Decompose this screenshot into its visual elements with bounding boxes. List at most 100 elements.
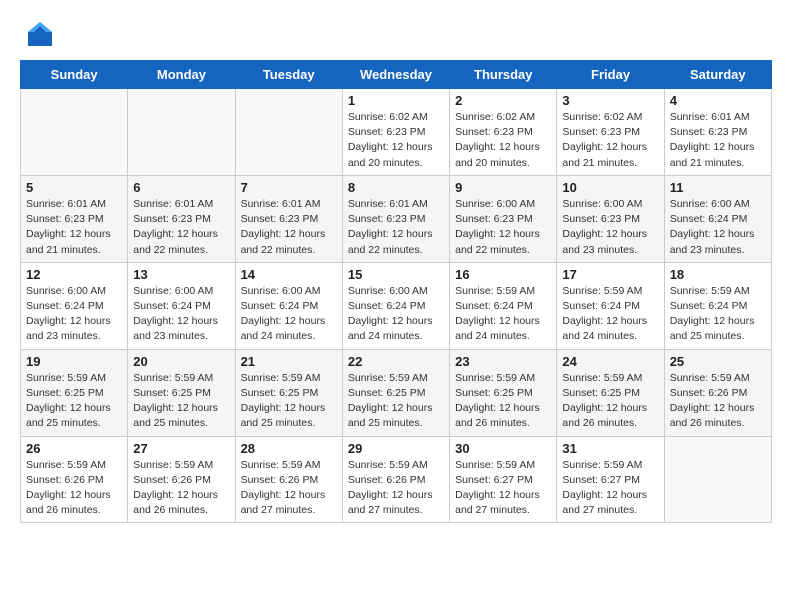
weekday-header-row: SundayMondayTuesdayWednesdayThursdayFrid… bbox=[21, 61, 772, 89]
calendar-day-cell: 21 Sunrise: 5:59 AM Sunset: 6:25 PM Dayli… bbox=[235, 349, 342, 436]
day-number: 1 bbox=[348, 93, 444, 108]
calendar-day-cell: 8Sunrise: 6:01 AM Sunset: 6:23 PM Daylig… bbox=[342, 175, 449, 262]
day-number: 12 bbox=[26, 267, 122, 282]
day-number: 3 bbox=[562, 93, 658, 108]
day-number: 29 bbox=[348, 441, 444, 456]
calendar-day-cell: 9 Sunrise: 6:00 AM Sunset: 6:23 PM Daylig… bbox=[450, 175, 557, 262]
calendar-day-cell bbox=[664, 436, 771, 523]
calendar-day-cell bbox=[235, 89, 342, 176]
day-info: Sunrise: 5:59 AM Sunset: 6:25 PM Dayligh… bbox=[241, 371, 337, 432]
day-number: 18 bbox=[670, 267, 766, 282]
day-number: 17 bbox=[562, 267, 658, 282]
calendar-week-row: 19 Sunrise: 5:59 AM Sunset: 6:25 PM Dayli… bbox=[21, 349, 772, 436]
day-number: 21 bbox=[241, 354, 337, 369]
day-info: Sunrise: 6:00 AM Sunset: 6:24 PM Dayligh… bbox=[133, 284, 229, 345]
day-info: Sunrise: 5:59 AM Sunset: 6:26 PM Dayligh… bbox=[670, 371, 766, 432]
calendar-week-row: 1 Sunrise: 6:02 AM Sunset: 6:23 PM Daylig… bbox=[21, 89, 772, 176]
calendar-day-cell: 29 Sunrise: 5:59 AM Sunset: 6:26 PM Dayli… bbox=[342, 436, 449, 523]
day-number: 4 bbox=[670, 93, 766, 108]
weekday-header-cell: Tuesday bbox=[235, 61, 342, 89]
calendar-day-cell: 26 Sunrise: 5:59 AM Sunset: 6:26 PM Dayli… bbox=[21, 436, 128, 523]
weekday-header-cell: Friday bbox=[557, 61, 664, 89]
calendar-day-cell bbox=[21, 89, 128, 176]
day-info: Sunrise: 6:02 AM Sunset: 6:23 PM Dayligh… bbox=[562, 110, 658, 171]
day-number: 14 bbox=[241, 267, 337, 282]
day-number: 25 bbox=[670, 354, 766, 369]
weekday-header-cell: Sunday bbox=[21, 61, 128, 89]
day-info: Sunrise: 5:59 AM Sunset: 6:25 PM Dayligh… bbox=[26, 371, 122, 432]
day-info: Sunrise: 6:01 AM Sunset: 6:23 PM Dayligh… bbox=[241, 197, 337, 258]
calendar-week-row: 5 Sunrise: 6:01 AM Sunset: 6:23 PM Daylig… bbox=[21, 175, 772, 262]
day-info: Sunrise: 6:01 AM Sunset: 6:23 PM Dayligh… bbox=[133, 197, 229, 258]
day-info: Sunrise: 5:59 AM Sunset: 6:26 PM Dayligh… bbox=[241, 458, 337, 519]
calendar-day-cell: 27 Sunrise: 5:59 AM Sunset: 6:26 PM Dayli… bbox=[128, 436, 235, 523]
day-info: Sunrise: 6:00 AM Sunset: 6:23 PM Dayligh… bbox=[562, 197, 658, 258]
day-number: 13 bbox=[133, 267, 229, 282]
calendar-body: 1 Sunrise: 6:02 AM Sunset: 6:23 PM Daylig… bbox=[21, 89, 772, 523]
day-number: 31 bbox=[562, 441, 658, 456]
calendar-day-cell: 28 Sunrise: 5:59 AM Sunset: 6:26 PM Dayli… bbox=[235, 436, 342, 523]
calendar-day-cell: 25 Sunrise: 5:59 AM Sunset: 6:26 PM Dayli… bbox=[664, 349, 771, 436]
calendar-day-cell: 13 Sunrise: 6:00 AM Sunset: 6:24 PM Dayli… bbox=[128, 262, 235, 349]
calendar-day-cell: 3 Sunrise: 6:02 AM Sunset: 6:23 PM Daylig… bbox=[557, 89, 664, 176]
calendar-day-cell: 24 Sunrise: 5:59 AM Sunset: 6:25 PM Dayli… bbox=[557, 349, 664, 436]
day-number: 19 bbox=[26, 354, 122, 369]
page-header bbox=[0, 0, 792, 60]
day-info: Sunrise: 6:02 AM Sunset: 6:23 PM Dayligh… bbox=[348, 110, 444, 171]
calendar-table: SundayMondayTuesdayWednesdayThursdayFrid… bbox=[20, 60, 772, 523]
logo bbox=[24, 18, 60, 50]
day-info: Sunrise: 6:01 AM Sunset: 6:23 PM Dayligh… bbox=[670, 110, 766, 171]
day-info: Sunrise: 6:00 AM Sunset: 6:24 PM Dayligh… bbox=[670, 197, 766, 258]
calendar-day-cell: 6 Sunrise: 6:01 AM Sunset: 6:23 PM Daylig… bbox=[128, 175, 235, 262]
day-number: 26 bbox=[26, 441, 122, 456]
calendar-day-cell: 23Sunrise: 5:59 AM Sunset: 6:25 PM Dayli… bbox=[450, 349, 557, 436]
day-info: Sunrise: 5:59 AM Sunset: 6:27 PM Dayligh… bbox=[455, 458, 551, 519]
calendar-day-cell: 11 Sunrise: 6:00 AM Sunset: 6:24 PM Dayli… bbox=[664, 175, 771, 262]
day-info: Sunrise: 6:00 AM Sunset: 6:24 PM Dayligh… bbox=[348, 284, 444, 345]
calendar-day-cell: 4 Sunrise: 6:01 AM Sunset: 6:23 PM Daylig… bbox=[664, 89, 771, 176]
day-number: 9 bbox=[455, 180, 551, 195]
day-number: 30 bbox=[455, 441, 551, 456]
calendar-week-row: 12 Sunrise: 6:00 AM Sunset: 6:24 PM Dayli… bbox=[21, 262, 772, 349]
calendar-day-cell: 31Sunrise: 5:59 AM Sunset: 6:27 PM Dayli… bbox=[557, 436, 664, 523]
calendar-day-cell bbox=[128, 89, 235, 176]
calendar-day-cell: 5 Sunrise: 6:01 AM Sunset: 6:23 PM Daylig… bbox=[21, 175, 128, 262]
calendar-day-cell: 17Sunrise: 5:59 AM Sunset: 6:24 PM Dayli… bbox=[557, 262, 664, 349]
day-info: Sunrise: 5:59 AM Sunset: 6:26 PM Dayligh… bbox=[133, 458, 229, 519]
day-info: Sunrise: 6:01 AM Sunset: 6:23 PM Dayligh… bbox=[26, 197, 122, 258]
calendar-day-cell: 7Sunrise: 6:01 AM Sunset: 6:23 PM Daylig… bbox=[235, 175, 342, 262]
day-info: Sunrise: 5:59 AM Sunset: 6:25 PM Dayligh… bbox=[562, 371, 658, 432]
day-info: Sunrise: 5:59 AM Sunset: 6:24 PM Dayligh… bbox=[670, 284, 766, 345]
day-number: 6 bbox=[133, 180, 229, 195]
calendar-day-cell: 1 Sunrise: 6:02 AM Sunset: 6:23 PM Daylig… bbox=[342, 89, 449, 176]
calendar-day-cell: 20 Sunrise: 5:59 AM Sunset: 6:25 PM Dayli… bbox=[128, 349, 235, 436]
day-number: 22 bbox=[348, 354, 444, 369]
day-info: Sunrise: 5:59 AM Sunset: 6:25 PM Dayligh… bbox=[133, 371, 229, 432]
day-number: 27 bbox=[133, 441, 229, 456]
day-info: Sunrise: 6:01 AM Sunset: 6:23 PM Dayligh… bbox=[348, 197, 444, 258]
day-number: 16 bbox=[455, 267, 551, 282]
day-info: Sunrise: 6:00 AM Sunset: 6:24 PM Dayligh… bbox=[26, 284, 122, 345]
calendar-day-cell: 30 Sunrise: 5:59 AM Sunset: 6:27 PM Dayli… bbox=[450, 436, 557, 523]
logo-icon bbox=[24, 18, 56, 50]
calendar-day-cell: 14 Sunrise: 6:00 AM Sunset: 6:24 PM Dayli… bbox=[235, 262, 342, 349]
day-info: Sunrise: 6:00 AM Sunset: 6:24 PM Dayligh… bbox=[241, 284, 337, 345]
day-number: 2 bbox=[455, 93, 551, 108]
day-number: 5 bbox=[26, 180, 122, 195]
calendar-day-cell: 2Sunrise: 6:02 AM Sunset: 6:23 PM Daylig… bbox=[450, 89, 557, 176]
calendar-day-cell: 10Sunrise: 6:00 AM Sunset: 6:23 PM Dayli… bbox=[557, 175, 664, 262]
calendar-day-cell: 22 Sunrise: 5:59 AM Sunset: 6:25 PM Dayli… bbox=[342, 349, 449, 436]
weekday-header-cell: Saturday bbox=[664, 61, 771, 89]
day-number: 28 bbox=[241, 441, 337, 456]
day-info: Sunrise: 5:59 AM Sunset: 6:25 PM Dayligh… bbox=[348, 371, 444, 432]
calendar-day-cell: 16Sunrise: 5:59 AM Sunset: 6:24 PM Dayli… bbox=[450, 262, 557, 349]
weekday-header-cell: Monday bbox=[128, 61, 235, 89]
day-info: Sunrise: 5:59 AM Sunset: 6:26 PM Dayligh… bbox=[26, 458, 122, 519]
calendar-day-cell: 19 Sunrise: 5:59 AM Sunset: 6:25 PM Dayli… bbox=[21, 349, 128, 436]
day-number: 24 bbox=[562, 354, 658, 369]
day-number: 11 bbox=[670, 180, 766, 195]
day-number: 20 bbox=[133, 354, 229, 369]
day-info: Sunrise: 5:59 AM Sunset: 6:26 PM Dayligh… bbox=[348, 458, 444, 519]
day-info: Sunrise: 6:00 AM Sunset: 6:23 PM Dayligh… bbox=[455, 197, 551, 258]
weekday-header-cell: Thursday bbox=[450, 61, 557, 89]
